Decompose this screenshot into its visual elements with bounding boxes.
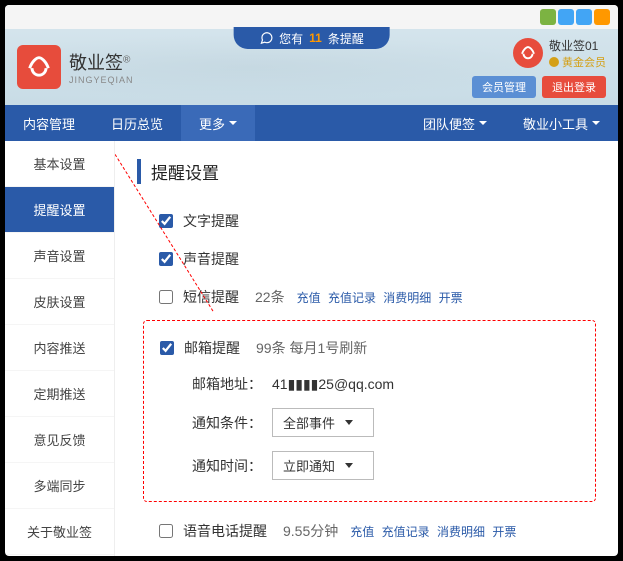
page-title: 提醒设置 xyxy=(137,159,604,184)
tray-icon-3[interactable] xyxy=(576,9,592,25)
brand-sup: ® xyxy=(123,55,130,66)
sidebar-item-about[interactable]: 关于敬业签 xyxy=(5,509,114,555)
row-text-reminder: 文字提醒 xyxy=(129,202,604,240)
sidebar-item-periodic[interactable]: 定期推送 xyxy=(5,371,114,417)
label-voice: 语音电话提醒 xyxy=(183,521,267,541)
sms-quota: 22条 xyxy=(255,287,285,307)
header: 您有 11 条提醒 敬业签® JINGYEQIAN 敬业签01 xyxy=(5,29,618,105)
link-detail[interactable]: 消费明细 xyxy=(437,525,485,539)
row-notify-condition: 通知条件： 全部事件 xyxy=(144,401,595,444)
chevron-down-icon xyxy=(479,121,487,125)
sidebar-item-push[interactable]: 内容推送 xyxy=(5,325,114,371)
nav-team[interactable]: 团队便签 xyxy=(405,105,505,141)
tray-icon-1[interactable] xyxy=(540,9,556,25)
chat-icon xyxy=(259,31,273,45)
user-vip: 黄金会员 xyxy=(549,54,606,70)
link-detail[interactable]: 消费明细 xyxy=(383,291,431,305)
body: 基本设置 提醒设置 声音设置 皮肤设置 内容推送 定期推送 意见反馈 多端同步 … xyxy=(5,141,618,556)
cond-label: 通知条件： xyxy=(192,413,262,433)
app-window: 您有 11 条提醒 敬业签® JINGYEQIAN 敬业签01 xyxy=(5,5,618,556)
brand-name-en: JINGYEQIAN xyxy=(69,75,134,85)
row-email-address: 邮箱地址： 41▮▮▮▮25@qq.com xyxy=(144,367,595,401)
sidebar-item-skin[interactable]: 皮肤设置 xyxy=(5,279,114,325)
checkbox-text[interactable] xyxy=(159,214,173,228)
nav-content[interactable]: 内容管理 xyxy=(5,105,93,141)
chevron-down-icon xyxy=(345,420,353,425)
link-invoice[interactable]: 开票 xyxy=(439,291,463,305)
sms-links: 充值 充值记录 消费明细 开票 xyxy=(295,289,465,306)
row-sms-reminder: 短信提醒 22条 充值 充值记录 消费明细 开票 xyxy=(129,278,604,316)
sidebar-item-feedback[interactable]: 意见反馈 xyxy=(5,417,114,463)
link-log[interactable]: 充值记录 xyxy=(382,525,430,539)
tray-icon-4[interactable] xyxy=(594,9,610,25)
logout-button[interactable]: 退出登录 xyxy=(542,76,606,98)
voice-links: 充值 充值记录 消费明细 开票 xyxy=(348,523,518,540)
time-label: 通知时间： xyxy=(192,456,262,476)
email-quota: 99条 每月1号刷新 xyxy=(256,338,367,358)
row-notify-time: 通知时间： 立即通知 xyxy=(144,444,595,487)
nav-tools[interactable]: 敬业小工具 xyxy=(505,105,618,141)
notif-suffix: 条提醒 xyxy=(328,30,364,47)
label-sms: 短信提醒 xyxy=(183,287,239,307)
link-recharge[interactable]: 充值 xyxy=(350,525,374,539)
sidebar-item-reminder[interactable]: 提醒设置 xyxy=(5,187,114,233)
email-addr-label: 邮箱地址： xyxy=(192,374,262,394)
checkbox-email[interactable] xyxy=(160,341,174,355)
logo-area: 敬业签® JINGYEQIAN xyxy=(17,45,134,89)
row-sound-reminder: 声音提醒 xyxy=(129,240,604,278)
notif-prefix: 您有 xyxy=(279,30,303,47)
sidebar-item-sync[interactable]: 多端同步 xyxy=(5,463,114,509)
user-name: 敬业签01 xyxy=(549,37,606,54)
nav-more[interactable]: 更多 xyxy=(181,105,255,141)
label-text: 文字提醒 xyxy=(183,211,239,231)
select-condition[interactable]: 全部事件 xyxy=(272,408,374,437)
link-log[interactable]: 充值记录 xyxy=(328,291,376,305)
sidebar-item-basic[interactable]: 基本设置 xyxy=(5,141,114,187)
notif-count: 11 xyxy=(309,31,322,45)
email-addr-value: 41▮▮▮▮25@qq.com xyxy=(272,376,394,393)
notification-pill[interactable]: 您有 11 条提醒 xyxy=(233,27,390,49)
sidebar: 基本设置 提醒设置 声音设置 皮肤设置 内容推送 定期推送 意见反馈 多端同步 … xyxy=(5,141,115,556)
chevron-down-icon xyxy=(592,121,600,125)
vip-dot-icon xyxy=(549,57,559,67)
member-manage-button[interactable]: 会员管理 xyxy=(472,76,536,98)
sidebar-item-sound[interactable]: 声音设置 xyxy=(5,233,114,279)
label-email: 邮箱提醒 xyxy=(184,338,240,358)
email-highlight-box: 邮箱提醒 99条 每月1号刷新 邮箱地址： 41▮▮▮▮25@qq.com 通知… xyxy=(143,320,596,502)
logo-icon xyxy=(17,45,61,89)
window-topbar xyxy=(5,5,618,29)
brand-text: 敬业签® JINGYEQIAN xyxy=(69,49,134,85)
voice-quota: 9.55分钟 xyxy=(283,521,338,541)
checkbox-sound[interactable] xyxy=(159,252,173,266)
link-invoice[interactable]: 开票 xyxy=(492,525,516,539)
label-sound: 声音提醒 xyxy=(183,249,239,269)
brand-name-cn: 敬业签 xyxy=(69,53,123,73)
row-voice-reminder: 语音电话提醒 9.55分钟 充值 充值记录 消费明细 开票 xyxy=(129,512,604,550)
link-recharge[interactable]: 充值 xyxy=(297,291,321,305)
nav-calendar[interactable]: 日历总览 xyxy=(93,105,181,141)
select-time[interactable]: 立即通知 xyxy=(272,451,374,480)
avatar[interactable] xyxy=(513,38,543,68)
checkbox-sms[interactable] xyxy=(159,290,173,304)
main-nav: 内容管理 日历总览 更多 团队便签 敬业小工具 xyxy=(5,105,618,141)
row-email-reminder: 邮箱提醒 99条 每月1号刷新 xyxy=(144,329,595,367)
chevron-down-icon xyxy=(345,463,353,468)
tray-icon-2[interactable] xyxy=(558,9,574,25)
chevron-down-icon xyxy=(229,121,237,125)
user-area: 敬业签01 黄金会员 会员管理 退出登录 xyxy=(472,37,606,98)
checkbox-voice[interactable] xyxy=(159,524,173,538)
content: 提醒设置 文字提醒 声音提醒 短信提醒 22条 充值 充值记录 消费明细 开票 xyxy=(115,141,618,556)
